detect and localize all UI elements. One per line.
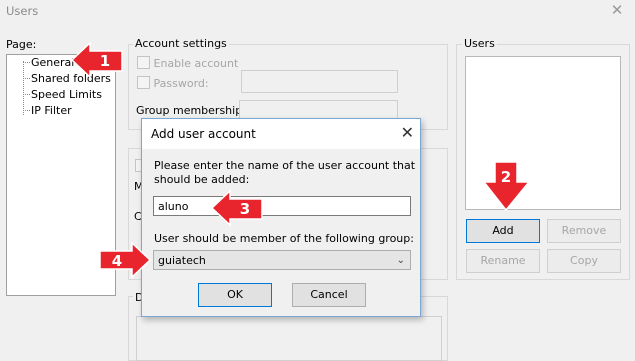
password-label: Password: (153, 77, 209, 90)
password-field[interactable] (241, 70, 398, 93)
step-4-arrow-icon: 4 (99, 242, 152, 279)
cancel-button[interactable]: Cancel (292, 283, 366, 307)
chevron-down-icon: ⌄ (396, 255, 405, 266)
dialog-title: Add user account (151, 127, 256, 141)
description-field[interactable] (136, 316, 442, 361)
tree-connector (23, 61, 24, 115)
step-1-number: 1 (100, 52, 110, 70)
tree-item-speed-limits[interactable]: Speed Limits (31, 88, 102, 101)
dialog-prompt: Please enter the name of the user accoun… (154, 159, 416, 186)
step-2-number: 2 (501, 168, 511, 186)
step-4-arrow-shape (99, 242, 152, 279)
window-close-icon[interactable]: ✕ (606, 0, 628, 22)
rename-user-button[interactable]: Rename (466, 249, 540, 273)
tree-tick (23, 110, 30, 111)
enable-account-row[interactable]: Enable account (137, 56, 238, 70)
group-membership-label: Group membership: (136, 104, 246, 117)
add-user-dialog: Add user account ✕ Please enter the name… (141, 118, 421, 317)
step-4-number: 4 (112, 252, 122, 270)
step-3-number: 3 (240, 200, 250, 218)
tree-tick (23, 78, 30, 79)
dialog-titlebar: Add user account ✕ (142, 119, 420, 149)
group-select-value: guiatech (158, 254, 206, 267)
username-input[interactable]: aluno (153, 196, 411, 216)
group-prompt: User should be member of the following g… (154, 232, 414, 245)
dialog-close-icon[interactable]: ✕ (401, 123, 414, 142)
account-settings-label: Account settings (133, 37, 229, 50)
step-3-arrow-shape (212, 189, 263, 227)
remove-user-button[interactable]: Remove (547, 219, 621, 243)
tree-item-general[interactable]: General (31, 56, 74, 69)
step-1-arrow-shape (72, 41, 123, 79)
step-2-arrow-icon: 2 (484, 161, 531, 212)
step-3-arrow-icon: 3 (212, 189, 263, 227)
tree-item-ip-filter[interactable]: IP Filter (31, 104, 72, 117)
password-checkbox[interactable] (137, 76, 150, 89)
ok-button[interactable]: OK (198, 283, 272, 307)
enable-account-label: Enable account (153, 57, 239, 70)
group-membership-select[interactable] (239, 100, 398, 120)
page-label: Page: (6, 38, 37, 51)
copy-user-button[interactable]: Copy (547, 249, 621, 273)
password-row: Password: (137, 76, 209, 90)
add-user-button[interactable]: Add (466, 219, 540, 243)
enable-account-checkbox[interactable] (137, 56, 150, 69)
step-1-arrow-icon: 1 (72, 41, 123, 79)
tree-tick (23, 94, 30, 95)
group-select[interactable]: guiatech ⌄ (153, 250, 411, 270)
tree-tick (23, 62, 30, 63)
users-group-label: Users (462, 37, 497, 50)
window-title: Users (6, 4, 39, 18)
